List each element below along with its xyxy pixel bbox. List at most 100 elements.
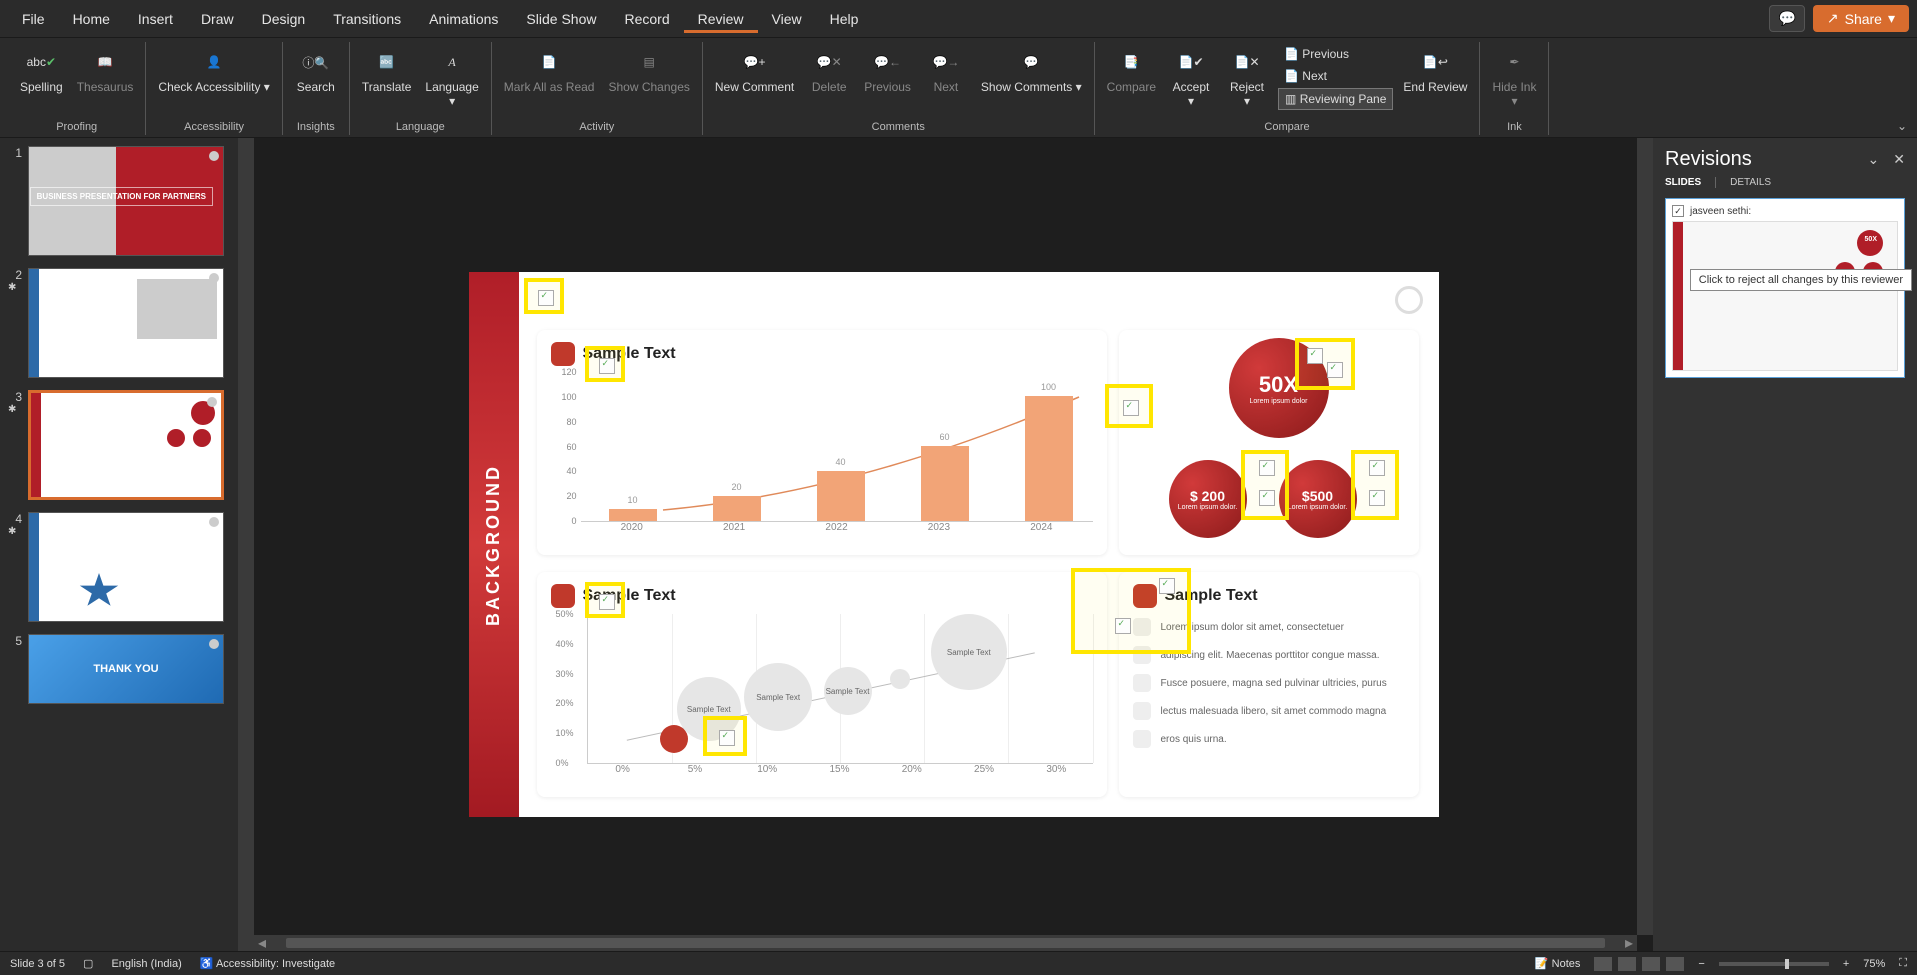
compare-previous[interactable]: 📄 Previous [1278, 44, 1393, 64]
revision-marker[interactable] [1295, 338, 1355, 390]
slide-sidebar: BACKGROUND [469, 272, 519, 817]
notes-button[interactable]: 📝 Notes [1535, 957, 1581, 970]
menu-help[interactable]: Help [816, 5, 873, 33]
slide-logo-icon [1395, 286, 1423, 314]
group-comments: 💬+New Comment 💬✕Delete 💬←Previous 💬→Next… [703, 42, 1095, 135]
menu-draw[interactable]: Draw [187, 5, 248, 33]
zoom-slider[interactable] [1719, 962, 1829, 966]
revision-marker[interactable] [1351, 450, 1399, 520]
group-title-language: Language [396, 121, 445, 133]
group-accessibility: 👤Check Accessibility ▾ Accessibility [146, 42, 282, 135]
stats-card[interactable]: 50X Lorem ipsum dolor $ 200 Lorem ipsum … [1119, 330, 1419, 555]
revisions-tab-slides[interactable]: SLIDES [1665, 177, 1701, 188]
group-title-proofing: Proofing [56, 121, 97, 133]
zoom-in-button[interactable]: + [1843, 958, 1849, 970]
slide-sidebar-text: BACKGROUND [483, 464, 504, 626]
chevron-down-icon[interactable]: ⌄ [1868, 151, 1880, 168]
thesaurus-button[interactable]: 📖Thesaurus [73, 44, 138, 96]
slideshow-view-button[interactable] [1666, 957, 1684, 971]
slide-canvas[interactable]: BACKGROUND Sample Text 020406080100120 1… [469, 272, 1439, 817]
revision-marker[interactable] [1105, 384, 1153, 428]
check-accessibility-button[interactable]: 👤Check Accessibility ▾ [154, 44, 273, 96]
revisions-pane: Revisions ⌄ ✕ SLIDES DETAILS ✓ jasveen s… [1653, 138, 1917, 951]
revision-marker[interactable] [703, 716, 747, 756]
thumbnail-panel[interactable]: 1 BUSINESS PRESENTATION FOR PARTNERS 2✱ … [0, 138, 254, 951]
slide-thumb-2[interactable] [28, 268, 224, 378]
spell-check-status-icon[interactable]: ▢ [83, 957, 93, 970]
share-label: Share [1845, 11, 1882, 27]
revisions-tab-details[interactable]: DETAILS [1730, 177, 1771, 188]
revision-marker[interactable] [585, 582, 625, 618]
menu-transitions[interactable]: Transitions [319, 5, 415, 33]
menu-home[interactable]: Home [59, 5, 124, 33]
stat-bubble-1: $ 200 Lorem ipsum dolor. [1169, 460, 1247, 538]
menu-record[interactable]: Record [610, 5, 683, 33]
fit-view-button[interactable]: ⛶ [1899, 957, 1907, 970]
prev-comment-button[interactable]: 💬←Previous [860, 44, 915, 96]
menu-insert[interactable]: Insert [124, 5, 187, 33]
ribbon-collapse-icon[interactable]: ⌄ [1897, 119, 1907, 133]
editor-area: BACKGROUND Sample Text 020406080100120 1… [254, 138, 1653, 951]
close-icon[interactable]: ✕ [1893, 151, 1905, 168]
comments-overview-button[interactable]: 💬 [1769, 5, 1804, 32]
chart-icon [551, 342, 575, 366]
reviewer-checkbox[interactable]: ✓ [1672, 205, 1684, 217]
slide-thumb-5[interactable]: THANK YOU [28, 634, 224, 704]
slide-counter[interactable]: Slide 3 of 5 [10, 958, 65, 970]
share-button[interactable]: ↗ Share ▾ [1813, 5, 1909, 32]
revision-preview[interactable]: 50X [1672, 221, 1898, 371]
reviewing-pane-button[interactable]: ▥ Reviewing Pane [1278, 88, 1393, 110]
group-title-accessibility: Accessibility [184, 121, 244, 133]
accept-button[interactable]: 📄✔Accept▾ [1166, 44, 1216, 111]
reading-view-button[interactable] [1642, 957, 1660, 971]
normal-view-button[interactable] [1594, 957, 1612, 971]
show-comments-button[interactable]: 💬Show Comments ▾ [977, 44, 1086, 96]
group-title-compare: Compare [1264, 121, 1309, 133]
menu-file[interactable]: File [8, 5, 59, 33]
language-status[interactable]: English (India) [111, 958, 181, 970]
group-compare: 📑Compare 📄✔Accept▾ 📄✕Reject▾ 📄 Previous … [1095, 42, 1481, 135]
language-button[interactable]: ALanguage▾ [421, 44, 482, 111]
revision-marker[interactable] [1071, 568, 1191, 654]
translate-button[interactable]: 🔤Translate [358, 44, 416, 96]
menu-animations[interactable]: Animations [415, 5, 512, 33]
revision-marker[interactable] [524, 278, 564, 314]
zoom-out-button[interactable]: − [1698, 958, 1704, 970]
thumb-indicator-icon [209, 151, 219, 161]
revision-marker[interactable] [585, 346, 625, 382]
revision-marker[interactable] [1241, 450, 1289, 520]
editor-scrollbar-horizontal[interactable]: ◂▸ [254, 935, 1637, 951]
thumb-scroll-up-icon[interactable] [242, 144, 250, 152]
search-button[interactable]: ⓘ🔍Search [291, 44, 341, 96]
menu-design[interactable]: Design [248, 5, 320, 33]
accessibility-status[interactable]: ♿ Accessibility: Investigate [200, 957, 335, 970]
menu-slide-show[interactable]: Slide Show [512, 5, 610, 33]
scatter-area: Sample TextSample TextSample TextSample … [587, 614, 1093, 764]
group-title-activity: Activity [579, 121, 614, 133]
editor-scrollbar-vertical[interactable] [1637, 138, 1653, 935]
thumb5-title: THANK YOU [93, 663, 158, 675]
zoom-level[interactable]: 75% [1863, 958, 1885, 970]
hide-ink-button[interactable]: ✒Hide Ink▾ [1488, 44, 1540, 111]
sorter-view-button[interactable] [1618, 957, 1636, 971]
new-comment-button[interactable]: 💬+New Comment [711, 44, 798, 96]
next-comment-button[interactable]: 💬→Next [921, 44, 971, 96]
menu-review[interactable]: Review [684, 5, 758, 33]
thumb-indicator-icon [209, 273, 219, 283]
show-changes-button[interactable]: ▤Show Changes [604, 44, 693, 96]
delete-comment-button[interactable]: 💬✕Delete [804, 44, 854, 96]
menu-bar: File Home Insert Draw Design Transitions… [0, 0, 1917, 38]
menu-view[interactable]: View [758, 5, 816, 33]
thumb1-title: BUSINESS PRESENTATION FOR PARTNERS [30, 187, 213, 206]
slide-thumb-1[interactable]: BUSINESS PRESENTATION FOR PARTNERS [28, 146, 224, 256]
compare-next[interactable]: 📄 Next [1278, 66, 1393, 86]
slide-thumb-4[interactable] [28, 512, 224, 622]
compare-button[interactable]: 📑Compare [1103, 44, 1160, 96]
group-title-comments: Comments [872, 121, 925, 133]
end-review-button[interactable]: 📄↩End Review [1399, 44, 1471, 96]
reject-button[interactable]: 📄✕Reject▾ [1222, 44, 1272, 111]
spelling-button[interactable]: abc✔Spelling [16, 44, 67, 96]
revision-slide-entry[interactable]: ✓ jasveen sethi: 50X Click to reject all… [1665, 198, 1905, 378]
slide-thumb-3[interactable] [28, 390, 224, 500]
mark-all-read-button[interactable]: 📄Mark All as Read [500, 44, 599, 96]
